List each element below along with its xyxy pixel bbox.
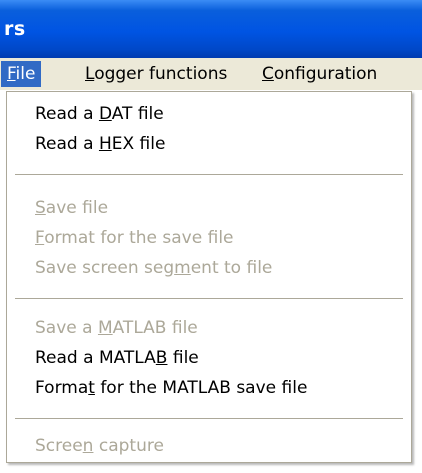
menu-bar: File Logger functions Configuration bbox=[0, 58, 422, 91]
menu-item-save-matlab-file[interactable]: Save a MATLAB file bbox=[35, 316, 198, 340]
menu-logger-functions-mnemonic: L bbox=[85, 64, 95, 84]
menu-item-read-matlab-file[interactable]: Read a MATLAB file bbox=[35, 346, 199, 370]
title-bar[interactable]: rs bbox=[0, 0, 422, 58]
menu-item-read-hex-file[interactable]: Read a HEX file bbox=[35, 132, 165, 156]
menu-separator bbox=[15, 174, 403, 176]
file-menu-dropdown: Read a DAT file Read a HEX file Save fil… bbox=[6, 91, 412, 463]
menu-file[interactable]: File bbox=[1, 61, 42, 87]
window-title: rs bbox=[4, 18, 26, 40]
menu-item-save-screen-segment[interactable]: Save screen segment to file bbox=[35, 256, 272, 280]
menu-separator bbox=[15, 418, 403, 420]
menu-item-screen-capture[interactable]: Screen capture bbox=[35, 434, 164, 458]
menu-item-format-matlab-save-file[interactable]: Format for the MATLAB save file bbox=[35, 376, 307, 400]
menu-configuration[interactable]: Configuration bbox=[256, 61, 383, 87]
menu-configuration-mnemonic: C bbox=[262, 64, 274, 84]
menu-item-format-save-file[interactable]: Format for the save file bbox=[35, 226, 234, 250]
menu-separator bbox=[15, 298, 403, 300]
menu-file-mnemonic: F bbox=[7, 64, 16, 84]
menu-logger-functions[interactable]: Logger functions bbox=[79, 61, 233, 87]
menu-item-read-dat-file[interactable]: Read a DAT file bbox=[35, 102, 164, 126]
menu-item-save-file[interactable]: Save file bbox=[35, 196, 108, 220]
